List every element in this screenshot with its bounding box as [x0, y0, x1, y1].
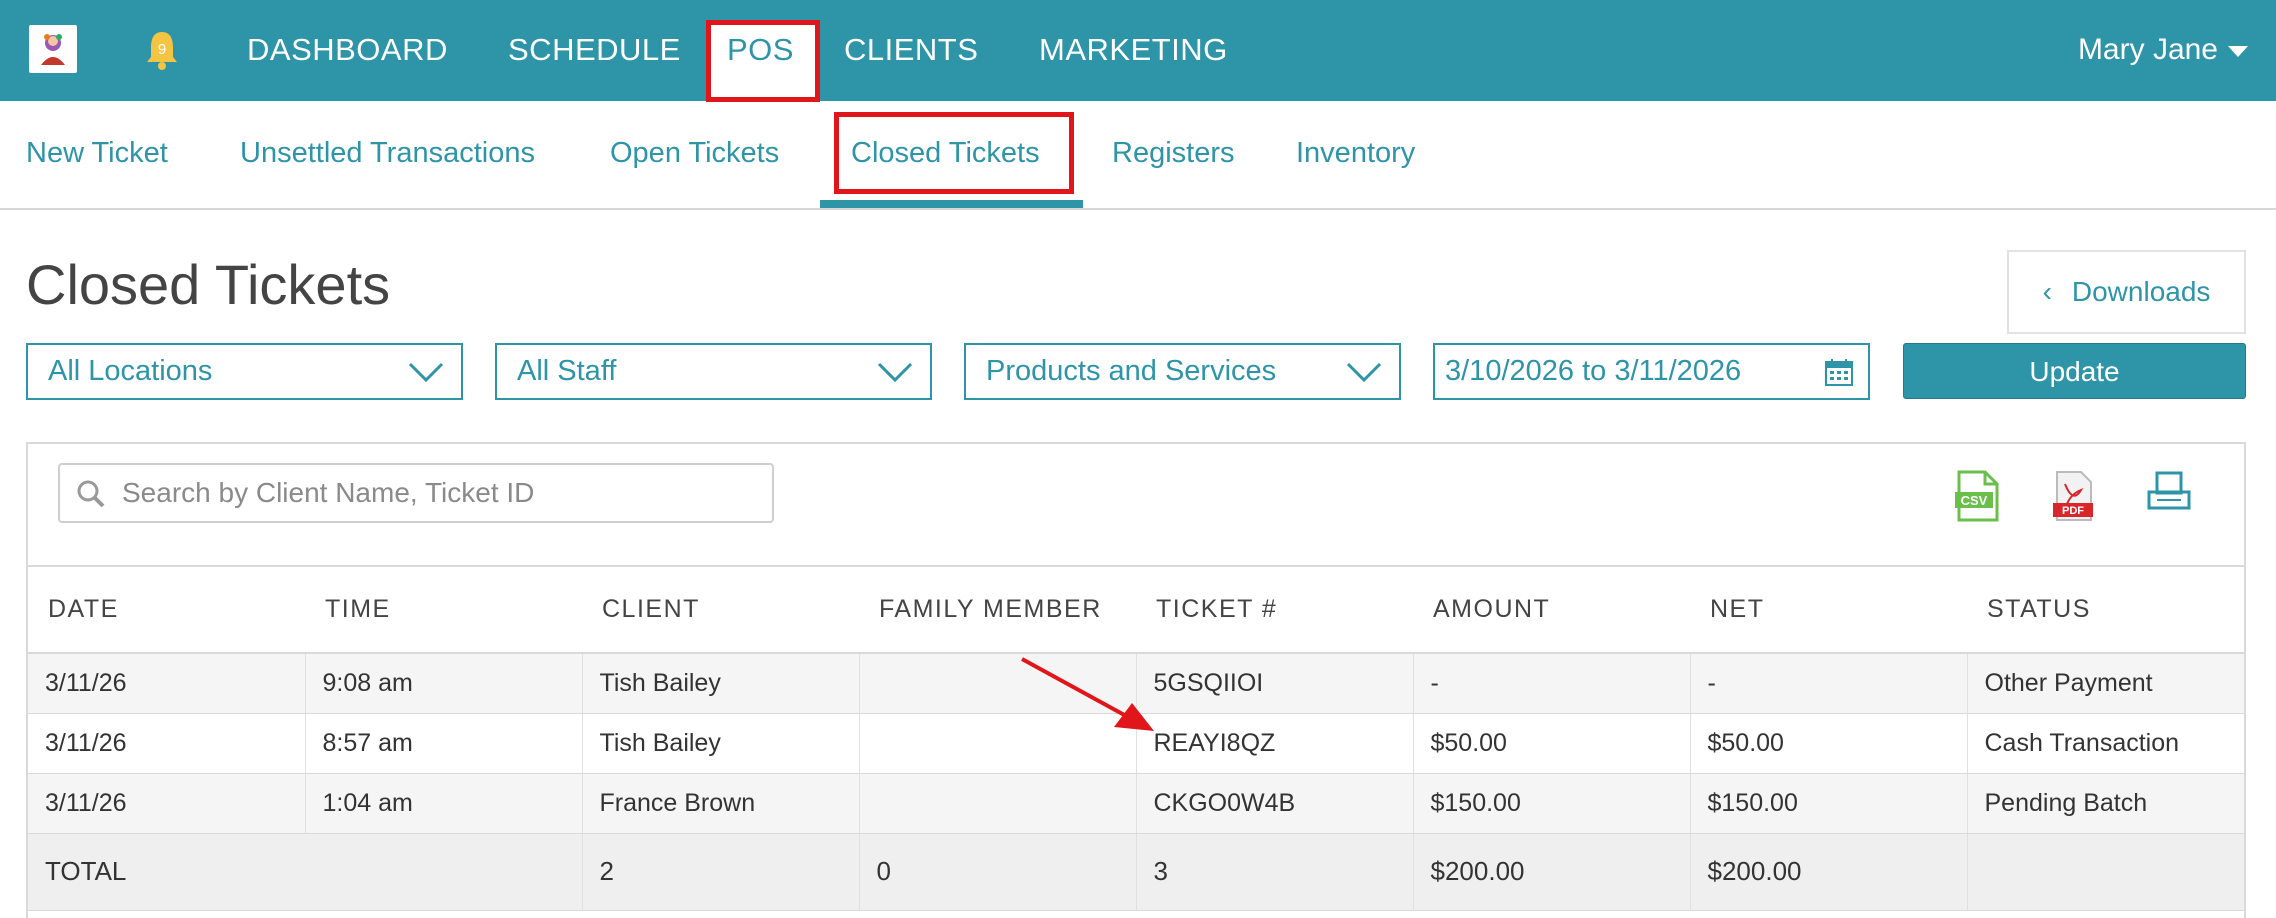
- column-header-date[interactable]: DATE: [28, 565, 305, 654]
- caret-down-icon: [2228, 45, 2248, 57]
- ticket-link[interactable]: 5GSQIIOI: [1136, 653, 1414, 714]
- column-header-amount[interactable]: AMOUNT: [1413, 565, 1690, 654]
- search-input[interactable]: [122, 473, 762, 513]
- cell-date: 3/11/26: [28, 773, 306, 834]
- closed-tickets-table: DATE TIME CLIENT FAMILY MEMBER TICKET # …: [28, 565, 2244, 911]
- client-link[interactable]: Tish Bailey: [582, 713, 860, 774]
- table-header-row: DATE TIME CLIENT FAMILY MEMBER TICKET # …: [28, 565, 2244, 654]
- chevron-down-icon: [408, 362, 444, 383]
- cell-status: Cash Transaction: [1967, 713, 2244, 774]
- nav-dashboard[interactable]: DASHBOARD: [247, 30, 448, 70]
- total-status: [1967, 833, 2244, 911]
- ticket-link[interactable]: CKGO0W4B: [1136, 773, 1414, 834]
- cell-net: -: [1690, 653, 1968, 714]
- table-row: 3/11/26 1:04 am France Brown CKGO0W4B $1…: [28, 773, 2244, 834]
- subnav-unsettled-transactions[interactable]: Unsettled Transactions: [240, 135, 535, 171]
- staff-value: All Staff: [517, 355, 617, 387]
- type-select[interactable]: Products and Services: [964, 343, 1401, 400]
- nav-marketing[interactable]: MARKETING: [1039, 30, 1228, 70]
- user-menu[interactable]: Mary Jane: [2078, 30, 2248, 70]
- cell-family-member: [859, 773, 1137, 834]
- closed-tickets-highlight: [834, 112, 1074, 194]
- column-header-time[interactable]: TIME: [305, 565, 582, 654]
- column-header-status[interactable]: STATUS: [1967, 565, 2244, 654]
- search-icon: [77, 480, 105, 508]
- pdf-icon[interactable]: PDF: [2051, 470, 2097, 522]
- cell-date: 3/11/26: [28, 713, 306, 774]
- nav-pos[interactable]: POS: [727, 30, 794, 70]
- total-net: $200.00: [1690, 833, 1968, 911]
- column-header-family-member[interactable]: FAMILY MEMBER: [859, 565, 1136, 654]
- staff-select[interactable]: All Staff: [495, 343, 932, 400]
- update-button[interactable]: Update: [1903, 343, 2246, 399]
- cell-status: Other Payment: [1967, 653, 2244, 714]
- csv-icon[interactable]: CSV: [1953, 470, 2003, 522]
- ticket-link[interactable]: REAYI8QZ: [1136, 713, 1414, 774]
- cell-time: 8:57 am: [305, 713, 583, 774]
- subnav-inventory[interactable]: Inventory: [1296, 135, 1415, 171]
- total-label: TOTAL: [28, 833, 583, 911]
- total-amount: $200.00: [1413, 833, 1691, 911]
- subnav-open-tickets[interactable]: Open Tickets: [610, 135, 779, 171]
- nav-clients[interactable]: CLIENTS: [844, 30, 978, 70]
- cell-status: Pending Batch: [1967, 773, 2244, 834]
- cell-amount: -: [1413, 653, 1691, 714]
- active-tab-underline: [820, 200, 1083, 208]
- logo-icon[interactable]: [29, 25, 77, 73]
- cell-net: $150.00: [1690, 773, 1968, 834]
- downloads-label: Downloads: [2071, 276, 2211, 307]
- user-name: Mary Jane: [2077, 33, 2218, 66]
- svg-text:CSV: CSV: [1961, 493, 1988, 508]
- location-value: All Locations: [48, 355, 213, 387]
- search-box[interactable]: [58, 463, 774, 523]
- calendar-icon[interactable]: [1824, 357, 1854, 387]
- location-select[interactable]: All Locations: [26, 343, 463, 400]
- downloads-button[interactable]: ‹ Downloads: [2007, 250, 2246, 334]
- chevron-left-icon: ‹: [2042, 276, 2052, 307]
- column-header-client[interactable]: CLIENT: [582, 565, 859, 654]
- cell-amount: $150.00: [1413, 773, 1691, 834]
- cell-net: $50.00: [1690, 713, 1968, 774]
- date-range-input[interactable]: 3/10/2026 to 3/11/2026: [1433, 343, 1870, 400]
- total-ticket: 3: [1136, 833, 1414, 911]
- page-title: Closed Tickets: [26, 253, 391, 316]
- chevron-down-icon: [877, 362, 913, 383]
- notifications-bell-icon[interactable]: 9: [144, 30, 180, 70]
- svg-text:PDF: PDF: [2062, 505, 2084, 517]
- cell-date: 3/11/26: [28, 653, 306, 714]
- cell-amount: $50.00: [1413, 713, 1691, 774]
- print-icon[interactable]: [2145, 470, 2193, 516]
- sub-nav-bar: New Ticket Unsettled Transactions Open T…: [0, 101, 2276, 210]
- cell-time: 9:08 am: [305, 653, 583, 714]
- top-nav-bar: 9 DASHBOARD SCHEDULE POS CLIENTS MARKETI…: [0, 0, 2276, 102]
- total-family: 0: [859, 833, 1137, 911]
- client-link[interactable]: Tish Bailey: [582, 653, 860, 714]
- date-range-value: 3/10/2026 to 3/11/2026: [1445, 355, 1742, 387]
- annotation-arrow-icon: [1021, 657, 1154, 731]
- subnav-registers[interactable]: Registers: [1112, 135, 1235, 171]
- nav-schedule[interactable]: SCHEDULE: [508, 30, 681, 70]
- type-value: Products and Services: [986, 355, 1277, 387]
- subnav-new-ticket[interactable]: New Ticket: [26, 135, 168, 171]
- cell-time: 1:04 am: [305, 773, 583, 834]
- client-link[interactable]: France Brown: [582, 773, 860, 834]
- total-row: TOTAL 2 0 3 $200.00 $200.00: [28, 833, 2244, 911]
- column-header-net[interactable]: NET: [1690, 565, 1967, 654]
- total-client: 2: [582, 833, 860, 911]
- chevron-down-icon: [1346, 362, 1382, 383]
- bell-count: 9: [158, 41, 166, 58]
- column-header-ticket[interactable]: TICKET #: [1136, 565, 1413, 654]
